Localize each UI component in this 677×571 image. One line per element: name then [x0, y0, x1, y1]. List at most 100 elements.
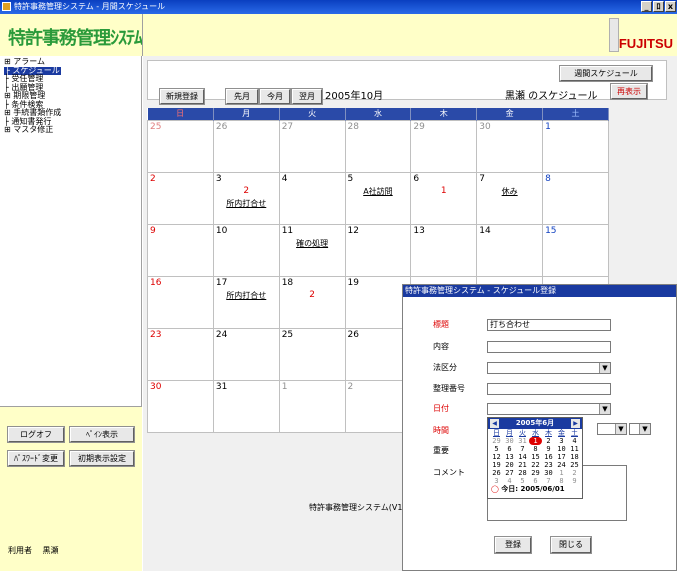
calendar-day-cell[interactable]: 18 2: [278, 275, 346, 329]
calendar-day-cell[interactable]: 24: [212, 327, 280, 381]
date-picker-day[interactable]: 19: [490, 461, 503, 469]
date-picker-day[interactable]: 16: [542, 453, 555, 461]
date-picker-day[interactable]: 12: [490, 453, 503, 461]
date-picker-day[interactable]: 5: [516, 477, 529, 485]
event-count-link[interactable]: 2: [282, 290, 343, 300]
chevron-down-icon[interactable]: ▼: [615, 424, 626, 434]
calendar-day-cell[interactable]: 11 確の処理: [278, 223, 346, 277]
date-picker-day[interactable]: 6: [529, 477, 542, 485]
calendar-day-cell[interactable]: 19: [344, 275, 412, 329]
calendar-day-cell[interactable]: 12: [344, 223, 412, 277]
date-picker-day[interactable]: 21: [516, 461, 529, 469]
event-link[interactable]: 所内打合せ: [216, 198, 277, 209]
event-link[interactable]: A社訪問: [348, 186, 409, 197]
calendar-day-cell[interactable]: 27: [278, 119, 346, 173]
reference-number-input[interactable]: [487, 383, 611, 395]
date-picker-day[interactable]: 29: [490, 437, 503, 445]
calendar-day-cell[interactable]: 15: [542, 223, 609, 277]
calendar-day-cell[interactable]: 17 所内打合せ: [212, 275, 280, 329]
date-picker-day[interactable]: 3: [555, 437, 568, 445]
date-picker-day[interactable]: 15: [529, 453, 542, 461]
date-picker-day[interactable]: 17: [555, 453, 568, 461]
date-picker-day[interactable]: 4: [503, 477, 516, 485]
law-category-select[interactable]: ▼: [487, 362, 611, 374]
date-picker-day[interactable]: 24: [555, 461, 568, 469]
calendar-day-cell[interactable]: 30: [147, 379, 214, 433]
calendar-day-cell[interactable]: 26: [344, 327, 412, 381]
date-picker-day[interactable]: 23: [542, 461, 555, 469]
calendar-day-cell[interactable]: 14: [476, 223, 544, 277]
chevron-down-icon[interactable]: ▼: [599, 404, 610, 414]
next-month-button[interactable]: 翌月: [291, 88, 323, 105]
this-month-button[interactable]: 今月: [259, 88, 291, 105]
date-picker-day[interactable]: 6: [503, 445, 516, 453]
calendar-day-cell[interactable]: 16: [147, 275, 214, 329]
maximize-button[interactable]: ﾛ: [653, 1, 664, 12]
date-picker-day[interactable]: 27: [503, 469, 516, 477]
password-change-button[interactable]: ﾊﾟｽﾜｰﾄﾞ変更: [7, 450, 65, 467]
date-picker-day[interactable]: 13: [503, 453, 516, 461]
calendar-day-cell[interactable]: 13: [410, 223, 478, 277]
date-picker-day[interactable]: 14: [516, 453, 529, 461]
chevron-down-icon[interactable]: ▼: [639, 424, 650, 434]
calendar-day-cell[interactable]: 1: [542, 119, 609, 173]
date-picker-day[interactable]: 8: [555, 477, 568, 485]
subject-input[interactable]: 打ち合わせ: [487, 319, 611, 331]
date-picker-day[interactable]: 18: [568, 453, 581, 461]
close-window-button[interactable]: x: [665, 1, 676, 12]
date-picker-day[interactable]: 28: [516, 469, 529, 477]
calendar-day-cell[interactable]: 5 A社訪問: [344, 171, 412, 225]
new-registration-button[interactable]: 新規登録: [159, 88, 205, 105]
redisplay-button[interactable]: 再表示: [610, 83, 648, 100]
menu-item[interactable]: ⊞ マスタ修正: [4, 125, 137, 135]
close-dialog-button[interactable]: 閉じる: [550, 536, 592, 554]
date-picker-day[interactable]: 7: [542, 477, 555, 485]
date-picker-day[interactable]: 9: [568, 477, 581, 485]
calendar-day-cell[interactable]: 25: [278, 327, 346, 381]
calendar-day-cell[interactable]: 61: [410, 171, 478, 225]
date-picker-day[interactable]: 7: [516, 445, 529, 453]
prev-month-arrow-icon[interactable]: ◀: [490, 419, 499, 428]
weekly-schedule-button[interactable]: 週間スケジュール: [559, 65, 653, 82]
calendar-day-cell[interactable]: 8: [542, 171, 609, 225]
date-picker-day[interactable]: 3: [490, 477, 503, 485]
date-picker-day[interactable]: 2: [568, 469, 581, 477]
calendar-day-cell[interactable]: 7 休み: [476, 171, 544, 225]
date-picker-day[interactable]: 11: [568, 445, 581, 453]
calendar-day-cell[interactable]: 25: [147, 119, 214, 173]
calendar-day-cell[interactable]: 9: [147, 223, 214, 277]
calendar-day-cell[interactable]: 10: [212, 223, 280, 277]
calendar-day-cell[interactable]: 23: [147, 327, 214, 381]
calendar-day-cell[interactable]: 30: [476, 119, 544, 173]
date-picker-day[interactable]: 10: [555, 445, 568, 453]
time-minute-select[interactable]: ▼: [629, 423, 651, 435]
pane-display-button[interactable]: ﾍﾟｲﾝ表示: [69, 426, 135, 443]
calendar-day-cell[interactable]: 26: [212, 119, 280, 173]
date-picker-day[interactable]: 22: [529, 461, 542, 469]
date-picker-day[interactable]: 8: [529, 445, 542, 453]
calendar-day-cell[interactable]: 2: [344, 379, 412, 433]
initial-display-settings-button[interactable]: 初期表示設定: [69, 450, 135, 467]
event-link[interactable]: 確の処理: [282, 238, 343, 249]
date-picker-day[interactable]: 25: [568, 461, 581, 469]
date-picker-day[interactable]: 5: [490, 445, 503, 453]
calendar-day-cell[interactable]: 2: [147, 171, 214, 225]
calendar-day-cell[interactable]: 28: [344, 119, 412, 173]
date-picker-day[interactable]: 31: [516, 437, 529, 445]
chevron-down-icon[interactable]: ▼: [599, 363, 610, 373]
minimize-button[interactable]: _: [641, 1, 652, 12]
date-picker-day[interactable]: 26: [490, 469, 503, 477]
content-input[interactable]: [487, 341, 611, 353]
logoff-button[interactable]: ログオフ: [7, 426, 65, 443]
next-month-arrow-icon[interactable]: ▶: [571, 419, 580, 428]
header-scrollbar[interactable]: [609, 18, 619, 52]
calendar-day-cell[interactable]: 1: [278, 379, 346, 433]
time-hour-select[interactable]: ▼: [597, 423, 627, 435]
calendar-day-cell[interactable]: 4: [278, 171, 346, 225]
date-picker-day[interactable]: 1: [555, 469, 568, 477]
date-picker-day[interactable]: 9: [542, 445, 555, 453]
event-count-link[interactable]: 1: [413, 186, 474, 196]
calendar-day-cell[interactable]: 31: [212, 379, 280, 433]
calendar-day-cell[interactable]: 3 2 所内打合せ: [212, 171, 280, 225]
date-picker-day[interactable]: 30: [503, 437, 516, 445]
